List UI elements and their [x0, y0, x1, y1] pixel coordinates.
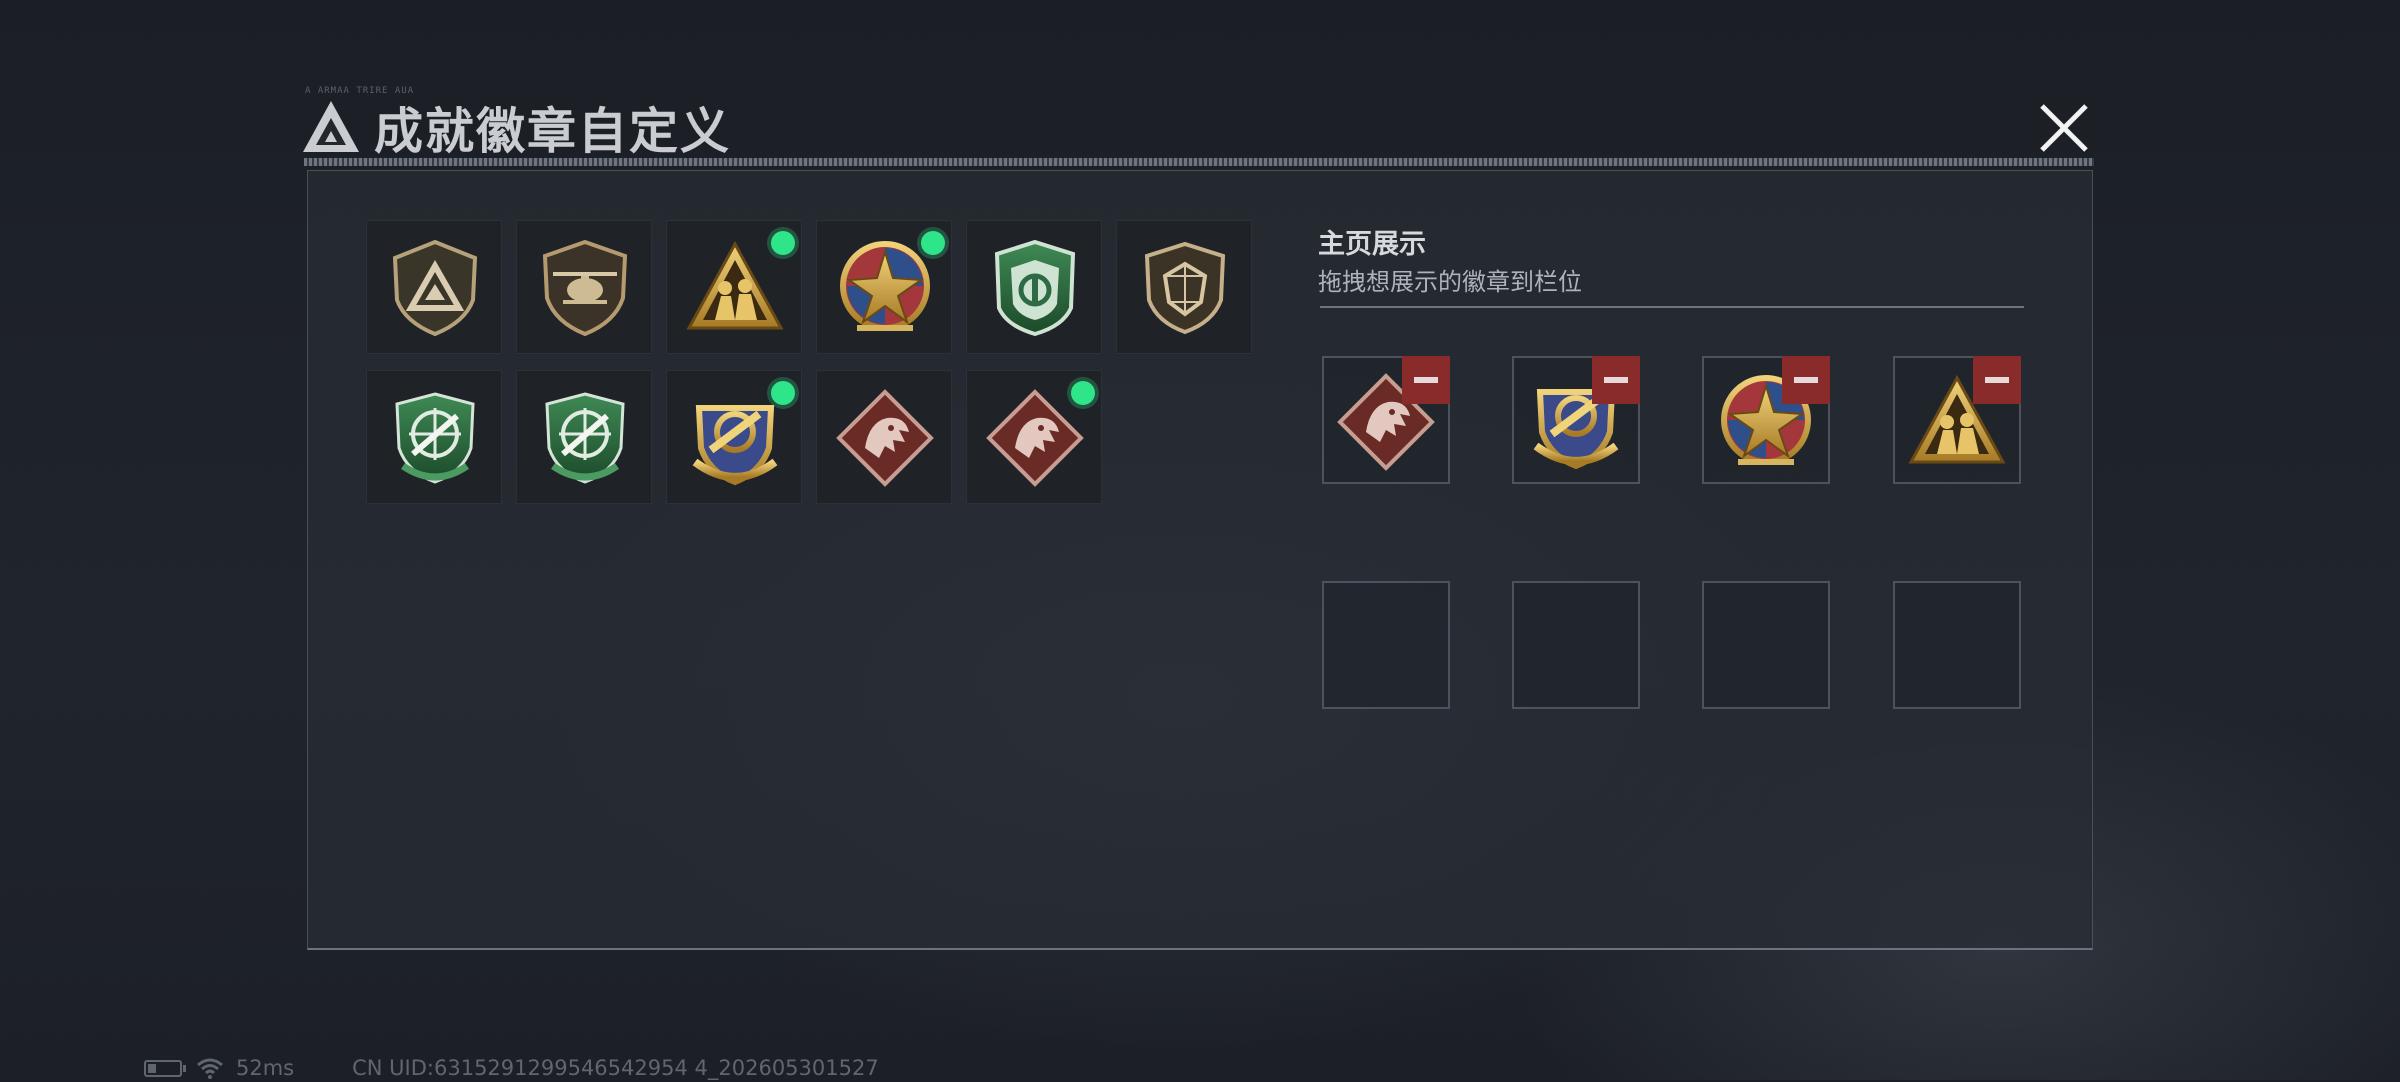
triangle-logo-icon [303, 101, 359, 152]
helicopter-shield-badge-icon [535, 238, 635, 338]
badge-cell-green-crest[interactable] [966, 220, 1102, 354]
uid-text: CN UID:6315291299546542954 4_20260530152… [352, 1056, 879, 1080]
dialog-header: 成就徽章自定义 [300, 92, 731, 162]
showcase-slot-1[interactable] [1322, 356, 1450, 484]
dragon-diamond-badge-icon [985, 388, 1085, 488]
badge-cell-green-rifle-2[interactable] [516, 370, 652, 504]
triangle-shield-badge-icon [385, 238, 485, 338]
showcase-slot-7[interactable] [1702, 581, 1830, 709]
badge-cell-dragon-diamond[interactable] [816, 370, 952, 504]
compass-star-badge-icon [835, 238, 935, 338]
remove-badge-button[interactable] [1402, 356, 1450, 404]
badge-cell-triangle-shield[interactable] [366, 220, 502, 354]
green-rifle-badge-icon [535, 388, 635, 488]
badge-cell-helicopter-shield[interactable] [516, 220, 652, 354]
status-bar: 52ms CN UID:6315291299546542954 4_202605… [144, 1054, 879, 1082]
showcase-slot-2[interactable] [1512, 356, 1640, 484]
battery-icon [144, 1059, 186, 1077]
soldiers-triangle-badge-icon [685, 238, 785, 338]
gold-ring-badge-icon [685, 388, 785, 488]
ping-text: 52ms [236, 1056, 295, 1080]
showcase-slot-5[interactable] [1322, 581, 1450, 709]
new-indicator-dot [921, 231, 945, 255]
remove-badge-button[interactable] [1592, 356, 1640, 404]
badge-cell-green-rifle[interactable] [366, 370, 502, 504]
new-indicator-dot [1071, 381, 1095, 405]
header-divider [304, 158, 2094, 166]
remove-badge-button[interactable] [1973, 356, 2021, 404]
close-icon[interactable] [2034, 98, 2094, 158]
badge-cell-gold-ring[interactable] [666, 370, 802, 504]
green-rifle-badge-icon [385, 388, 485, 488]
badge-cell-dragon-diamond-2[interactable] [966, 370, 1102, 504]
badge-cell-compass-star[interactable] [816, 220, 952, 354]
showcase-title: 主页展示 [1318, 229, 1426, 260]
showcase-slot-8[interactable] [1893, 581, 2021, 709]
showcase-divider [1320, 306, 2024, 308]
new-indicator-dot [771, 381, 795, 405]
green-crest-badge-icon [985, 238, 1085, 338]
showcase-slot-4[interactable] [1893, 356, 2021, 484]
remove-badge-button[interactable] [1782, 356, 1830, 404]
badge-cell-soldiers-triangle[interactable] [666, 220, 802, 354]
badge-cell-dark-gem-shield[interactable] [1116, 220, 1252, 354]
showcase-subtitle: 拖拽想展示的徽章到栏位 [1318, 268, 1582, 296]
wifi-icon [197, 1058, 223, 1079]
new-indicator-dot [771, 231, 795, 255]
dragon-diamond-badge-icon [835, 388, 935, 488]
dialog-title: 成就徽章自定义 [374, 102, 732, 160]
showcase-slot-6[interactable] [1512, 581, 1640, 709]
dark-gem-shield-badge-icon [1135, 238, 1235, 338]
showcase-slot-3[interactable] [1702, 356, 1830, 484]
